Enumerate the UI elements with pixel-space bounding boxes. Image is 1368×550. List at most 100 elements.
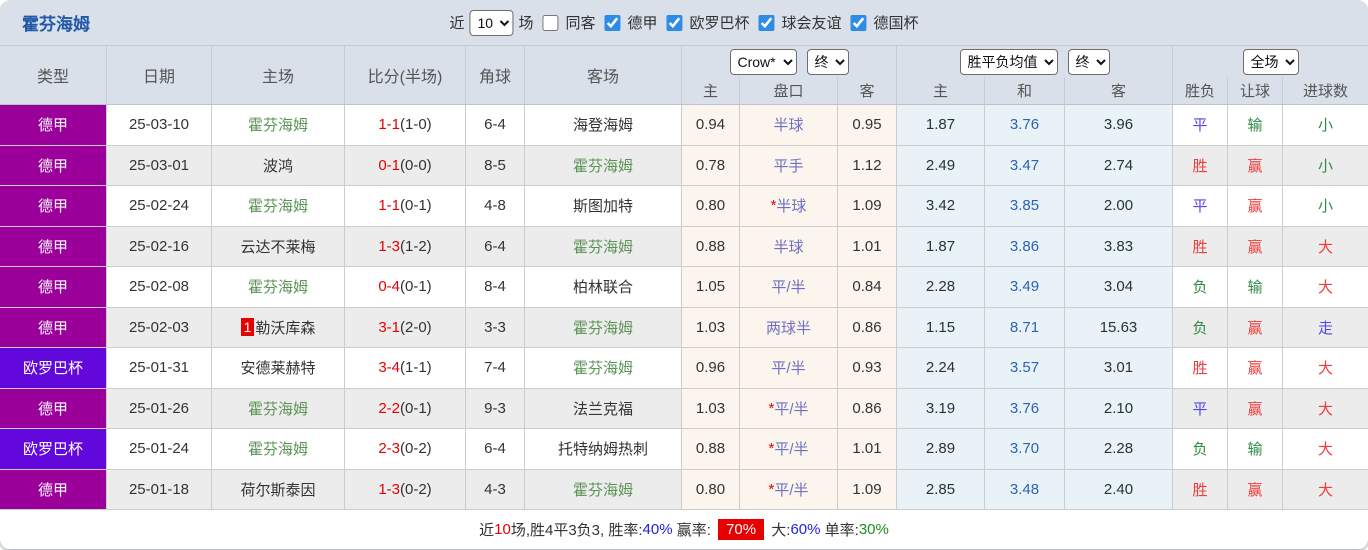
- result-cell: 负: [1173, 307, 1228, 348]
- rank-badge: 1: [240, 318, 255, 337]
- odds-home-cell: 1.03: [682, 307, 740, 348]
- avg-draw-value: 3.57: [1009, 359, 1040, 377]
- subcol-odds-home: 主: [682, 77, 740, 104]
- avg-draw-value: 3.47: [1009, 156, 1040, 174]
- avg-away-cell: 2.10: [1065, 388, 1173, 429]
- away-team-cell: 柏林联合: [525, 267, 682, 308]
- result-value: 胜: [1192, 157, 1208, 175]
- odds-away-cell: 1.01: [838, 226, 897, 267]
- league-label: 德甲: [37, 157, 68, 175]
- home-team-cell: 霍芬海姆: [212, 267, 345, 308]
- table-header: 类型 日期 主场 比分(半场) 角球 客场 Crow* 终 胜平负均值 终 全场…: [0, 46, 1368, 105]
- goals-value: 大: [1317, 481, 1333, 499]
- home-team-cell: 霍芬海姆: [212, 105, 345, 146]
- goals-cell: 大: [1283, 267, 1368, 308]
- corners-cell: 8-4: [466, 267, 525, 308]
- filter-checkbox-europa[interactable]: [666, 14, 683, 31]
- odds-home-value: 0.88: [695, 440, 726, 458]
- goals-value: 大: [1317, 360, 1333, 378]
- odds-away-cell: 0.95: [838, 105, 897, 146]
- handicap-result-value: 输: [1247, 279, 1263, 297]
- goals-cell: 小: [1283, 186, 1368, 227]
- goals-cell: 大: [1283, 388, 1368, 429]
- filter-checkbox-friendly[interactable]: [758, 14, 775, 31]
- avg-away-value: 3.83: [1103, 237, 1134, 255]
- result-cell: 胜: [1173, 145, 1228, 186]
- odds-away-cell: 0.86: [838, 388, 897, 429]
- handicap-result-cell: 赢: [1228, 307, 1283, 348]
- match-date: 25-03-10: [128, 116, 190, 134]
- fulltime-score: 0-4: [378, 278, 400, 296]
- summary-bar: 近 10 场,胜4平3负3, 胜率: 40% 赢率: 70% 大: 60% 单率: 30%: [0, 510, 1368, 549]
- scope-select-group: 全场: [1173, 46, 1368, 77]
- league-type-cell: 德甲: [0, 105, 107, 146]
- score-cell: 0-1 (0-0): [345, 145, 466, 186]
- date-cell: 25-02-08: [107, 267, 212, 308]
- avg-home-value: 2.85: [925, 480, 956, 498]
- filter-checkbox-bundesliga[interactable]: [604, 14, 621, 31]
- halftime-score: (0-2): [400, 440, 432, 458]
- odds-home-cell: 0.88: [682, 429, 740, 470]
- filter-label-friendly: 球会友谊: [781, 15, 842, 32]
- odds-away-value: 0.86: [852, 399, 882, 417]
- corners-cell: 9-3: [466, 388, 525, 429]
- odds-home-value: 0.88: [695, 237, 726, 255]
- home-team-cell: 波鸿: [212, 145, 345, 186]
- handicap-value: 平/半: [771, 360, 806, 378]
- avg-home-value: 3.42: [925, 197, 956, 215]
- goals-value: 大: [1317, 400, 1333, 418]
- match-count-select[interactable]: 10: [469, 9, 514, 36]
- corners-cell: 4-8: [466, 186, 525, 227]
- filter-checkbox-pokal[interactable]: [850, 14, 867, 31]
- avg-draw-value: 3.48: [1009, 480, 1040, 498]
- goals-value: 大: [1317, 238, 1333, 256]
- odds-away-value: 1.01: [852, 237, 882, 255]
- avg-home-value: 2.89: [925, 440, 956, 458]
- home-team-cell: 霍芬海姆: [212, 429, 345, 470]
- corners-value: 9-3: [484, 399, 506, 417]
- avg-home-value: 2.24: [925, 359, 956, 377]
- result-value: 平: [1192, 400, 1208, 418]
- match-date: 25-02-16: [128, 237, 190, 255]
- same-opponent-checkbox[interactable]: [542, 14, 559, 31]
- avg-home-cell: 1.87: [897, 226, 985, 267]
- score-cell: 2-2 (0-1): [345, 388, 466, 429]
- avg-home-value: 2.49: [925, 156, 956, 174]
- match-date: 25-03-01: [128, 156, 190, 174]
- match-date: 25-01-18: [128, 480, 190, 498]
- bookmaker-stage-select[interactable]: 终: [806, 48, 849, 75]
- score-cell: 3-4 (1-1): [345, 348, 466, 389]
- score-cell: 1-1 (0-1): [345, 186, 466, 227]
- avg-stage-select[interactable]: 终: [1067, 48, 1110, 75]
- home-team-cell: 1 勒沃库森: [212, 307, 345, 348]
- subcol-avg-away: 客: [1065, 77, 1173, 104]
- fulltime-score: 3-4: [378, 359, 400, 377]
- filter-label-bundesliga: 德甲: [627, 15, 658, 32]
- league-label: 德甲: [37, 198, 68, 216]
- page-title: 霍芬海姆: [22, 15, 90, 34]
- handicap-cell: * 半球: [740, 186, 838, 227]
- result-value: 平: [1192, 198, 1208, 216]
- avg-draw-cell: 3.86: [985, 226, 1065, 267]
- score-cell: 3-1 (2-0): [345, 307, 466, 348]
- result-cell: 胜: [1173, 469, 1228, 510]
- scope-select[interactable]: 全场: [1242, 48, 1299, 75]
- goals-cell: 小: [1283, 145, 1368, 186]
- league-type-cell: 德甲: [0, 186, 107, 227]
- avg-draw-cell: 3.57: [985, 348, 1065, 389]
- result-value: 负: [1192, 319, 1208, 337]
- home-team-cell: 霍芬海姆: [212, 388, 345, 429]
- avg-odds-select[interactable]: 胜平负均值: [959, 48, 1058, 75]
- avg-away-value: 3.04: [1103, 278, 1134, 296]
- handicap-cell: 平/半: [740, 348, 838, 389]
- result-value: 胜: [1192, 481, 1208, 499]
- halftime-score: (0-0): [400, 156, 432, 174]
- avg-away-value: 2.28: [1103, 440, 1134, 458]
- table-row: 德甲 25-03-01 波鸿 0-1 (0-0) 8-5 霍芬海姆 0.78 平手…: [0, 145, 1368, 186]
- avg-home-cell: 2.24: [897, 348, 985, 389]
- away-team-name: 霍芬海姆: [572, 360, 633, 378]
- home-team-name: 霍芬海姆: [247, 400, 308, 418]
- bookmaker-select[interactable]: Crow*: [729, 48, 797, 75]
- avg-draw-cell: 3.48: [985, 469, 1065, 510]
- summary-segment: 近: [479, 522, 495, 539]
